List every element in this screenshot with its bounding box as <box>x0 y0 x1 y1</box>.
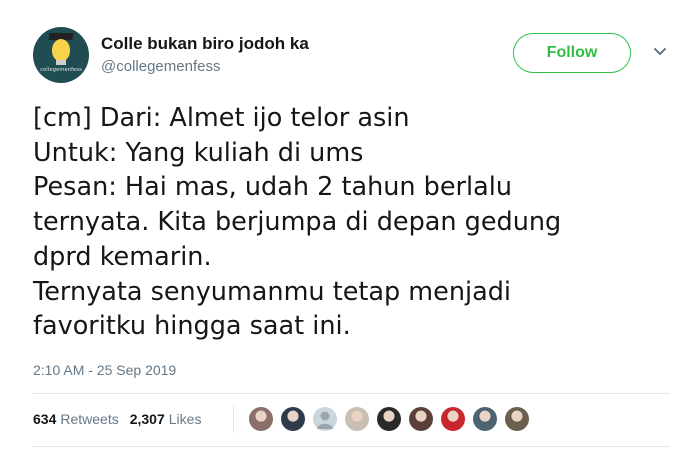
likes-label: Likes <box>168 411 202 427</box>
tweet-line: Ternyata senyumanmu tetap menjadi <box>33 276 511 307</box>
display-name[interactable]: Colle bukan biro jodoh ka <box>101 34 309 54</box>
liker-avatar[interactable] <box>281 407 305 431</box>
tweet-line: ternyata. Kita berjumpa di depan gedung <box>33 207 562 238</box>
tweet-line: [cm] Dari: Almet ijo telor asin <box>33 103 410 133</box>
tweet-line: dprd kemarin. <box>33 241 212 272</box>
liker-avatar[interactable] <box>345 407 369 431</box>
engagement-stats: 634 Retweets 2,307 Likes <box>33 411 212 427</box>
account-handle[interactable]: @collegemenfess <box>101 58 220 75</box>
lightbulb-base <box>56 60 66 65</box>
likes-count: 2,307 <box>129 411 165 427</box>
chevron-down-icon[interactable] <box>652 45 668 59</box>
tweet-line: Untuk: Yang kuliah di ums <box>33 137 364 168</box>
avatar-logo-text: collegemenfess <box>40 67 82 73</box>
likes-stat[interactable]: 2,307 Likes <box>130 411 202 427</box>
liker-avatar[interactable] <box>441 407 465 431</box>
liker-avatars <box>249 407 537 431</box>
liker-avatar[interactable] <box>377 407 401 431</box>
retweets-stat[interactable]: 634 Retweets <box>33 411 119 427</box>
stats-separator <box>233 405 234 433</box>
tweet-line: favoritku hingga saat ini. <box>33 311 351 342</box>
lightbulb-icon <box>52 39 70 61</box>
liker-avatar[interactable] <box>249 407 273 431</box>
divider <box>33 393 670 394</box>
tweet-line: Pesan: Hai mas, udah 2 tahun berlalu <box>33 172 512 203</box>
account-avatar[interactable]: collegemenfess <box>33 27 89 83</box>
tweet-text: [cm] Dari: Almet ijo telor asin Untuk: Y… <box>33 101 673 344</box>
follow-button[interactable]: Follow <box>513 33 631 73</box>
retweets-label: Retweets <box>60 411 119 427</box>
tweet-timestamp[interactable]: 2:10 AM - 25 Sep 2019 <box>33 362 176 378</box>
default-avatar-icon[interactable] <box>313 407 337 431</box>
liker-avatar[interactable] <box>505 407 529 431</box>
liker-avatar[interactable] <box>409 407 433 431</box>
divider <box>33 446 670 447</box>
liker-avatar[interactable] <box>473 407 497 431</box>
retweets-count: 634 <box>33 411 57 427</box>
